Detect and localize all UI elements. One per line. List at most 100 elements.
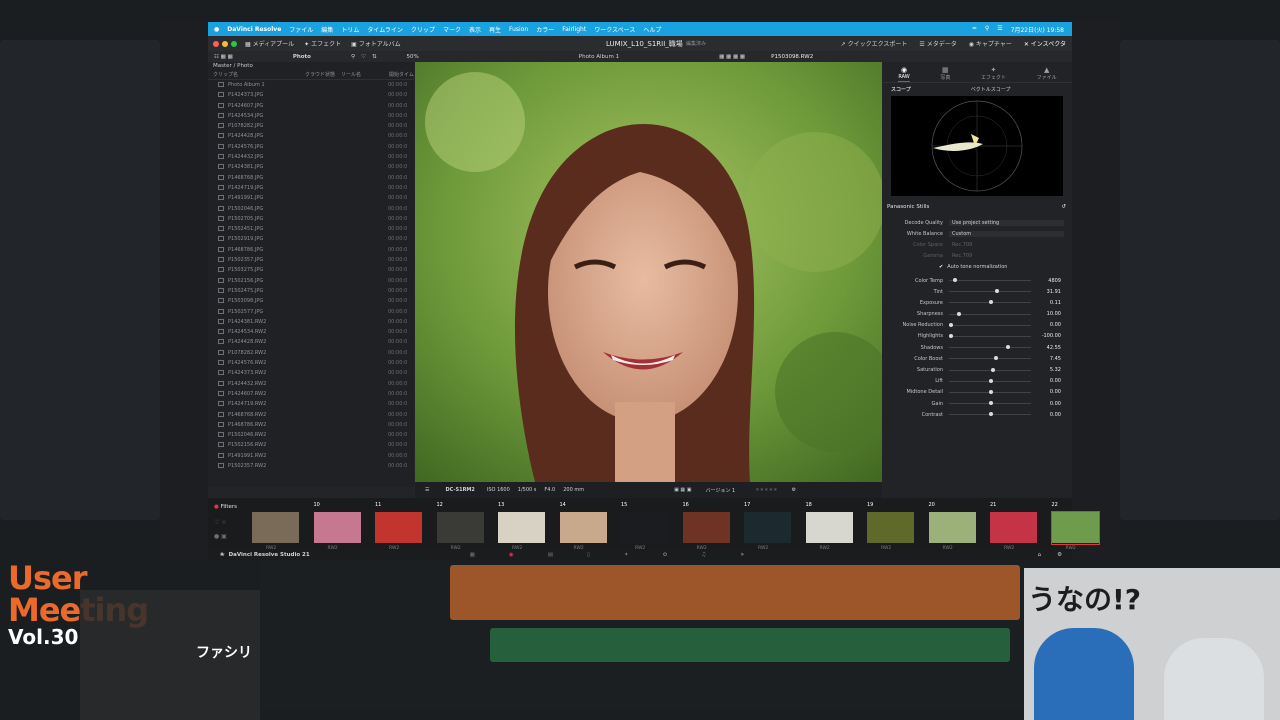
media-pool-item[interactable]: P1502156.RW2 00:00:0 [208,440,414,450]
slider-handle[interactable] [989,378,993,383]
param-value[interactable]: 0.00 [1031,412,1061,418]
gamma-select[interactable]: Rec.709 [949,253,1064,259]
page-media-icon[interactable]: ▦ [470,552,475,558]
settings-icon[interactable]: ⚙ [1057,552,1062,558]
menu-edit[interactable]: 編集 [321,25,333,34]
menu-trim[interactable]: トリム [341,25,359,34]
media-pool-item[interactable]: P1424719.JPG 00:00:0 [208,183,414,193]
param-slider[interactable] [949,378,1031,383]
clip-thumbnail[interactable]: 19 RW2 [867,502,914,551]
clip-thumbnail[interactable]: 15 RW2 [621,502,668,551]
param-value[interactable]: 0.11 [1031,300,1061,306]
param-slider[interactable] [949,289,1031,294]
media-pool-item[interactable]: P1503275.JPG 00:00:0 [208,265,414,275]
page-fusion-icon[interactable]: ✦ [624,552,629,558]
rating-stars[interactable]: ★★★★★ [755,487,777,493]
page-cut-icon[interactable]: ▤ [548,552,553,558]
column-start[interactable]: 開始タイム [389,71,414,79]
zoom-icon[interactable] [231,40,237,47]
clip-thumbnail[interactable]: 22 RW2 [1050,502,1100,551]
slider-handle[interactable] [953,278,957,283]
home-icon[interactable]: ⌂ [1038,552,1042,558]
media-pool-item[interactable]: P1424576.JPG 00:00:0 [208,142,414,152]
param-slider[interactable] [949,356,1031,361]
viewer-options-icon[interactable]: ⚙ [792,487,796,493]
media-pool-item[interactable]: P1468786.JPG 00:00:0 [208,245,414,255]
favorite-filter-icon[interactable]: ♡ ☆ [214,516,227,530]
param-value[interactable]: 0.00 [1031,389,1061,395]
media-pool-item[interactable]: P1468768.RW2 00:00:0 [208,410,414,420]
param-value[interactable]: 7.45 [1031,356,1061,362]
media-pool-item[interactable]: P1424534.RW2 00:00:0 [208,327,414,337]
favorite-icon[interactable]: ♡ [361,54,366,60]
media-pool-item[interactable]: P1424428.RW2 00:00:0 [208,337,414,347]
menu-fusion[interactable]: Fusion [509,26,528,33]
metadata-button[interactable]: ☰ メタデータ [919,39,956,48]
column-reel[interactable]: リール名 [341,71,389,79]
page-photo-icon[interactable]: ◉ [509,552,514,558]
param-slider[interactable] [949,300,1031,305]
layout-icons[interactable]: ▦ ▦ ▦ ▦ [719,54,745,60]
media-pool-item[interactable]: P1424719.RW2 00:00:0 [208,399,414,409]
media-pool-item[interactable]: P1424428.JPG 00:00:0 [208,131,414,141]
param-slider[interactable] [949,401,1031,406]
param-slider[interactable] [949,322,1031,327]
param-value[interactable]: 4809 [1031,278,1061,284]
photo-viewer[interactable] [415,62,882,482]
param-value[interactable]: 31.91 [1031,289,1061,295]
menu-fairlight[interactable]: Fairlight [562,26,586,33]
clip-thumbnail[interactable]: 18 RW2 [805,502,853,551]
list-view-icon[interactable]: ☷ ▦ ▦ [214,54,233,60]
wifi-icon[interactable]: ≈ [972,25,977,34]
media-pool-item[interactable]: P1502156.JPG 00:00:0 [208,276,414,286]
media-pool-item[interactable]: P1468786.RW2 00:00:0 [208,420,414,430]
page-fairlight-icon[interactable]: ♫ [701,552,706,558]
apple-icon[interactable]: ● [214,26,219,33]
slider-handle[interactable] [989,412,993,417]
clip-thumbnail[interactable]: 21 RW2 [990,502,1037,551]
media-pool-item[interactable]: P1502046.RW2 00:00:0 [208,430,414,440]
capture-button[interactable]: ◉ キャプチャー [969,39,1012,48]
media-pool-item[interactable]: P1424373.JPG 00:00:0 [208,90,414,100]
param-value[interactable]: 0.00 [1031,322,1061,328]
minimize-icon[interactable] [222,40,228,47]
album-selector[interactable]: Photo Album 1 [579,54,619,60]
media-pool-item[interactable]: Photo Album 1 00:00:0 [208,80,414,90]
menubar-clock[interactable]: 7月22日(火) 19:58 [1011,25,1064,34]
clip-thumbnail[interactable]: 11 RW2 [375,502,422,551]
clip-thumbnail[interactable]: 10 RW2 [313,502,361,551]
param-slider[interactable] [949,278,1031,283]
slider-handle[interactable] [993,356,998,361]
quick-export-button[interactable]: ↗ クイックエクスポート [841,39,908,48]
media-pool-item[interactable]: P1502919.JPG 00:00:0 [208,234,414,244]
scope-type-selector[interactable]: ベクトルスコープ [971,86,1011,93]
media-pool-breadcrumb[interactable]: Master / Photo [208,62,414,71]
slider-handle[interactable] [957,311,961,316]
clip-thumbnail[interactable]: 13 RW2 [498,502,545,551]
filters-control[interactable]: ● Filters [214,504,237,510]
media-pool-item[interactable]: P1503098.JPG 00:00:0 [208,296,414,306]
page-color-icon[interactable]: ✿ [663,552,668,558]
inspector-button[interactable]: ✕ インスペクタ [1024,39,1066,48]
param-slider[interactable] [949,367,1031,372]
media-pool-item[interactable]: P1424373.RW2 00:00:0 [208,368,414,378]
tab-effects[interactable]: ✦ エフェクト [981,62,1006,82]
media-pool-item[interactable]: P1502577.JPG 00:00:0 [208,307,414,317]
auto-tone-checkbox[interactable]: ✔ [939,264,943,270]
column-clip-name[interactable]: クリップ名 [208,71,305,79]
slider-handle[interactable] [989,401,993,406]
media-pool-item[interactable]: P1468768.JPG 00:00:0 [208,173,414,183]
menu-workspace[interactable]: ワークスペース [594,25,635,34]
tab-photo[interactable]: ▦ 写真 [940,62,950,82]
media-pool-item[interactable]: P1491991.JPG 00:00:0 [208,193,414,203]
media-pool-item[interactable]: P1424534.JPG 00:00:0 [208,111,414,121]
menu-color[interactable]: カラー [536,25,554,34]
param-slider[interactable] [949,345,1031,350]
lock-filter-icon[interactable]: ● ▣ [214,530,227,544]
param-slider[interactable] [949,311,1031,316]
menu-app[interactable]: DaVinci Resolve [227,26,281,33]
column-cloud[interactable]: クラウド状態 [305,71,341,79]
decode-quality-select[interactable]: Use project setting [949,219,1064,226]
param-value[interactable]: 42.55 [1031,345,1061,351]
param-slider[interactable] [949,333,1031,338]
